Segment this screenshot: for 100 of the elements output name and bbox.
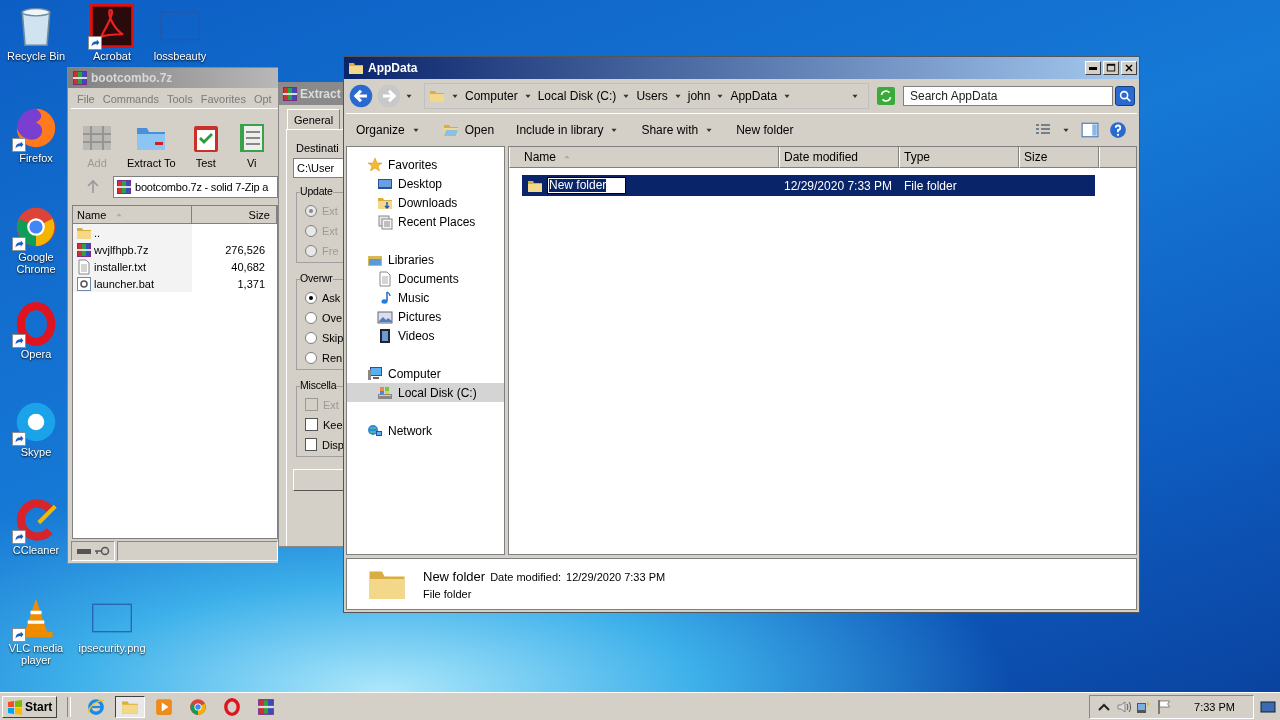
rename-field[interactable]: New folder — [547, 177, 626, 194]
item-type: File folder — [423, 587, 473, 600]
toolbar-button[interactable]: Vi — [235, 122, 268, 169]
flag-icon — [1156, 698, 1173, 715]
option-label: Ren — [322, 351, 343, 364]
file-size: 40,682 — [231, 260, 265, 273]
column-header[interactable]: Name — [509, 147, 779, 168]
desktop-icon-label[interactable]: Recycle Bin — [2, 50, 70, 62]
nav-item[interactable]: Videos — [347, 326, 504, 345]
browser-icon — [87, 697, 106, 716]
toolbar-button[interactable]: Open — [442, 122, 495, 138]
breadcrumb[interactable]: Users — [636, 89, 668, 103]
folder-icon — [429, 88, 445, 104]
nav-item[interactable]: Music — [347, 288, 504, 307]
tray-button[interactable] — [1136, 698, 1153, 715]
column-header[interactable]: Type — [899, 147, 1019, 168]
archive-icon — [257, 697, 276, 716]
archive-icon — [282, 86, 298, 102]
show-desktop-button[interactable] — [1258, 698, 1278, 715]
show-desktop-icon — [1260, 698, 1276, 715]
back-button[interactable] — [348, 83, 374, 109]
breadcrumb[interactable]: john — [687, 89, 711, 103]
nav-item[interactable]: Documents — [347, 269, 504, 288]
column-header[interactable]: Size — [192, 206, 277, 224]
option-label: Fre — [322, 244, 339, 257]
option-label: Ext — [323, 398, 339, 411]
film-icon — [377, 327, 393, 344]
group-title: Miscella — [300, 379, 337, 391]
file-size: 1,371 — [237, 277, 265, 290]
group-title: Update — [300, 185, 333, 197]
column-header[interactable]: Size — [1019, 147, 1099, 168]
dialog-button[interactable] — [293, 469, 344, 491]
window-title: bootcombo.7z — [91, 71, 173, 85]
desktop-icon-label[interactable]: Google Chrome — [2, 251, 70, 275]
desktop-icon-label[interactable]: lossbeauty — [146, 50, 214, 62]
minimize-icon — [1089, 66, 1097, 70]
window-title: Extract — [300, 87, 341, 101]
toolbar-button[interactable]: New folder — [736, 123, 794, 137]
close-icon — [1123, 62, 1135, 74]
recent-places-icon — [377, 213, 393, 230]
taskbar-button[interactable] — [115, 695, 146, 718]
nav-item[interactable]: Pictures — [347, 307, 504, 326]
windows-logo-icon — [7, 698, 23, 715]
nav-item[interactable]: Computer — [347, 364, 504, 383]
path-field[interactable]: bootcombo.7z - solid 7-Zip a — [113, 175, 278, 198]
close-button[interactable] — [1121, 61, 1137, 75]
file-size: 276,526 — [225, 243, 265, 256]
radio-button[interactable] — [305, 311, 317, 324]
option-label: Ove — [322, 311, 343, 324]
archive-icon — [116, 178, 132, 195]
toolbar-button[interactable]: Organize — [356, 123, 421, 137]
minimize-button[interactable] — [1085, 61, 1101, 75]
computer-icon — [367, 365, 383, 382]
field-value: 12/29/2020 7:33 PM — [566, 570, 666, 583]
radio-button[interactable] — [305, 331, 317, 344]
checkbox[interactable] — [305, 438, 317, 451]
toolbar-button[interactable]: Test — [189, 122, 222, 169]
radio-button[interactable] — [305, 351, 317, 364]
destination-field[interactable]: C:\User — [293, 158, 344, 178]
nav-item[interactable]: Network — [347, 421, 504, 440]
preview-pane-icon — [1081, 121, 1099, 139]
desktop-icon-label[interactable]: Skype — [2, 446, 70, 458]
field-label: Destinati — [296, 142, 340, 154]
address-bar[interactable]: Computer Local Disk (C:) Users john AppData — [424, 83, 869, 109]
option-label: Ext — [322, 204, 338, 217]
toolbar-button[interactable]: Include in library — [516, 123, 620, 137]
browser-icon — [14, 205, 58, 249]
breadcrumb[interactable]: AppData — [730, 89, 778, 103]
refresh-button[interactable] — [875, 85, 897, 107]
search-button[interactable] — [1115, 86, 1135, 106]
column-header[interactable]: Date modified — [779, 147, 899, 168]
search-field[interactable]: Search AppData — [903, 86, 1113, 106]
nav-item[interactable]: Favorites — [347, 155, 504, 174]
table-cell-text: 12/29/2020 7:33 PM — [784, 178, 894, 193]
start-button[interactable]: Start — [2, 695, 58, 718]
toolbar-button[interactable]: Extract To — [127, 122, 176, 169]
breadcrumb[interactable]: Local Disk (C:) — [537, 89, 617, 103]
desktop-icon-label[interactable]: CCleaner — [2, 544, 70, 556]
toolbar-button[interactable]: Share with — [641, 123, 715, 137]
checkbox[interactable] — [305, 418, 318, 431]
group-title: Overwr — [300, 272, 333, 284]
option-label: Ask — [322, 291, 341, 304]
drive-icon — [377, 384, 393, 401]
nav-item[interactable]: Desktop — [347, 174, 504, 193]
nav-item[interactable]: Libraries — [347, 250, 504, 269]
desktop-icon-label[interactable]: Acrobat — [78, 50, 146, 62]
file-row[interactable]: New folder 12/29/2020 7:33 PM File folder — [522, 175, 1095, 196]
desktop-icon-label[interactable]: Firefox — [2, 152, 70, 164]
file-name: .. — [94, 226, 101, 239]
maximize-button[interactable] — [1103, 61, 1119, 75]
breadcrumb[interactable]: Computer — [465, 89, 518, 103]
help-button[interactable] — [1109, 121, 1127, 139]
desktop-icon-label[interactable]: Opera — [2, 348, 70, 360]
nav-item[interactable]: Downloads — [347, 193, 504, 212]
option-label: Disp — [322, 438, 344, 451]
preview-pane-button[interactable] — [1081, 121, 1099, 139]
radio-button[interactable] — [305, 291, 317, 304]
nav-item[interactable]: Recent Places — [347, 212, 504, 231]
nav-item[interactable]: Local Disk (C:) — [347, 383, 504, 402]
tab[interactable]: General — [287, 109, 341, 129]
